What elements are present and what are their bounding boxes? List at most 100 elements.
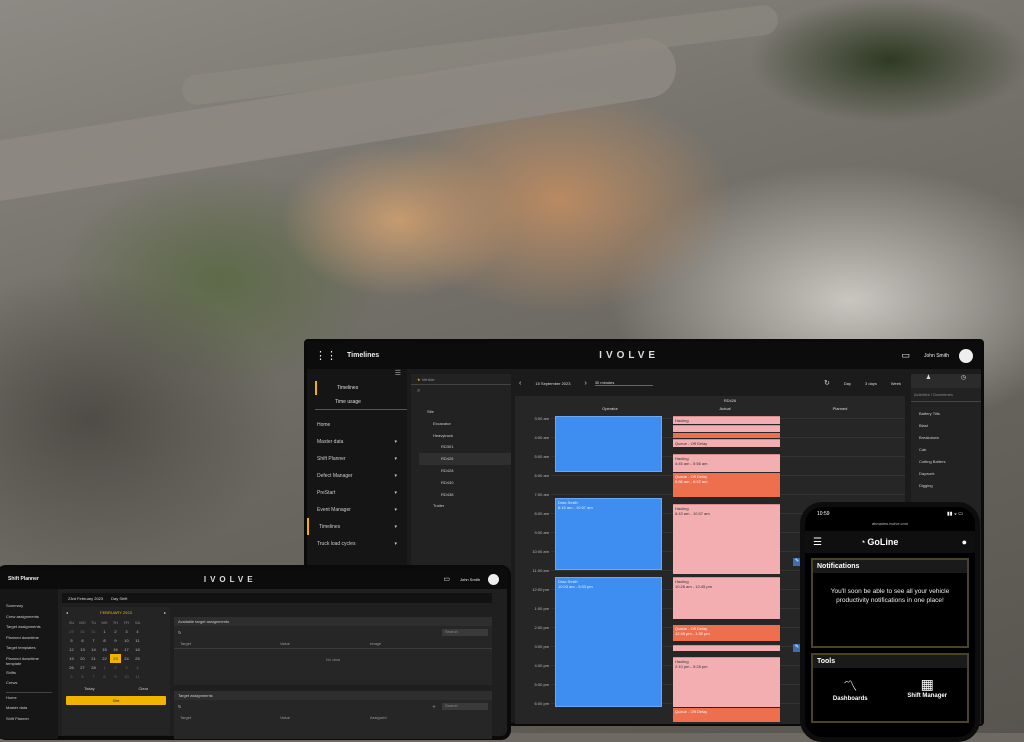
apps-grid-icon[interactable]: ⋮⋮ xyxy=(315,349,337,362)
operator-shift-block[interactable]: Drac Smith 10:03 am - 5:03 pm xyxy=(555,577,662,707)
today-button[interactable]: Today xyxy=(84,686,95,691)
nav-planned-downtime[interactable]: Planned downtime xyxy=(6,633,52,644)
calendar-day[interactable]: 16 xyxy=(110,645,121,654)
activity-item[interactable]: Digging xyxy=(919,480,973,492)
calendar-day[interactable]: 27 xyxy=(77,663,88,672)
calendar-day[interactable]: 15 xyxy=(99,645,110,654)
delay-block[interactable]: Queue - Off Delay 12:45 pm - 1:32 pm xyxy=(673,625,780,641)
vehicle-filter[interactable]: ★ Vehicle xyxy=(411,374,511,385)
search-field[interactable]: Search xyxy=(442,703,488,710)
calendar-day[interactable]: 4 xyxy=(132,663,143,672)
clock-icon[interactable]: ◷ xyxy=(946,374,981,388)
calendar-day[interactable]: 2 xyxy=(110,663,121,672)
submenu-item-time-usage[interactable]: Time usage xyxy=(315,395,407,410)
calendar-day[interactable]: 25 xyxy=(132,654,143,663)
prev-month-icon[interactable]: ◂ xyxy=(66,610,68,615)
calendar-day[interactable]: 11 xyxy=(132,636,143,645)
activity-item[interactable]: Daywork xyxy=(919,468,973,480)
nav-item-master-data[interactable]: Master data ▾ xyxy=(307,433,407,450)
view-3days-button[interactable]: 3 days xyxy=(865,381,877,386)
clear-button[interactable]: Clear xyxy=(139,686,149,691)
nav-item-prestart[interactable]: PreStart ▾ xyxy=(307,484,407,501)
nav-target-templates[interactable]: Target templates xyxy=(6,643,52,654)
search-icon[interactable]: ⌕ xyxy=(411,385,511,398)
chat-icon[interactable]: ▭ xyxy=(443,575,450,583)
nav-item-defect-manager[interactable]: Defect Manager ▾ xyxy=(307,467,407,484)
tree-item[interactable]: RD430 xyxy=(419,477,511,489)
delay-block[interactable]: Queue - Off Delay xyxy=(673,708,780,722)
delay-block[interactable]: Queue - Off Delay 5:56 am - 6:42 am xyxy=(673,473,780,497)
avatar[interactable] xyxy=(488,573,499,585)
nav-planned-downtime-template[interactable]: Planned downtime template xyxy=(6,656,52,666)
shift-label[interactable]: Day Shift xyxy=(111,596,127,601)
tree-item[interactable]: Heavytruck xyxy=(419,430,511,442)
calendar-day[interactable]: 26 xyxy=(66,663,77,672)
nav-summary[interactable]: Summary xyxy=(6,601,52,612)
activity-item[interactable]: Cab xyxy=(919,444,973,456)
nav-shifts[interactable]: Shifts xyxy=(6,668,52,679)
refresh-icon[interactable]: ↻ xyxy=(178,630,181,635)
person-icon[interactable]: ♟ xyxy=(911,374,946,388)
calendar-day[interactable]: 5 xyxy=(66,672,77,681)
tree-item[interactable]: Site xyxy=(419,406,511,418)
calendar-day[interactable]: 7 xyxy=(88,636,99,645)
operator-shift-block[interactable]: Drac Smith 6:15 am - 10:07 am xyxy=(555,498,662,570)
nav-item-truck-load-cycles[interactable]: Truck load cycles ▾ xyxy=(307,535,407,552)
nav-master-data[interactable]: Master data xyxy=(6,703,52,714)
activity-item[interactable]: Blast xyxy=(919,420,973,432)
url-bar[interactable]: ahmaims.ivolve.com xyxy=(805,521,975,531)
user-name[interactable]: John Smith xyxy=(924,353,949,359)
nav-item-shift-planner[interactable]: Shift Planner ▾ xyxy=(307,450,407,467)
calendar-day[interactable]: 20 xyxy=(77,654,88,663)
calendar-day[interactable]: 4 xyxy=(132,627,143,636)
calendar-day[interactable]: 10 xyxy=(121,636,132,645)
calendar-day[interactable]: 17 xyxy=(121,645,132,654)
calendar-day[interactable]: 12 xyxy=(66,645,77,654)
calendar-day[interactable]: 19 xyxy=(66,654,77,663)
calendar-day[interactable]: 6 xyxy=(77,672,88,681)
activity-block[interactable] xyxy=(673,645,780,651)
activity-block[interactable] xyxy=(673,425,780,432)
activity-item[interactable]: Battery Tilts xyxy=(919,408,973,420)
refresh-icon[interactable]: ↻ xyxy=(178,704,181,709)
prev-icon[interactable]: ‹ xyxy=(519,380,521,387)
site-button[interactable]: Site xyxy=(66,696,166,705)
next-month-icon[interactable]: ▸ xyxy=(164,610,166,615)
calendar-day[interactable]: 9 xyxy=(110,636,121,645)
tree-item-selected[interactable]: RD426 xyxy=(419,453,511,465)
activity-block[interactable]: Hauling xyxy=(673,416,780,424)
nav-crew-assignments[interactable]: Crew assignments xyxy=(6,612,52,623)
calendar-day[interactable]: 30 xyxy=(77,627,88,636)
avatar[interactable] xyxy=(959,348,973,363)
tree-item[interactable]: Trailer xyxy=(419,500,511,512)
add-icon[interactable]: ＋ xyxy=(432,704,436,710)
submenu-item-timelines[interactable]: Timelines xyxy=(315,381,407,395)
tree-item[interactable]: RD438 xyxy=(419,489,511,501)
shift-manager-tool[interactable]: ▦ Shift Manager xyxy=(907,676,947,702)
calendar-day[interactable]: 21 xyxy=(88,654,99,663)
view-week-button[interactable]: Week xyxy=(891,381,901,386)
calendar-day[interactable]: 11 xyxy=(132,672,143,681)
calendar-day[interactable]: 18 xyxy=(132,645,143,654)
calendar-day[interactable]: 8 xyxy=(99,672,110,681)
calendar-day[interactable]: 8 xyxy=(99,636,110,645)
nav-target-assignments[interactable]: Target assignments xyxy=(6,622,52,633)
nav-home[interactable]: Home xyxy=(6,691,52,704)
activity-block[interactable]: Hauling 2:10 pm - 5:28 pm xyxy=(673,657,780,707)
dashboards-tool[interactable]: 〽 Dashboards xyxy=(833,676,868,702)
search-field[interactable]: Search xyxy=(442,629,488,636)
chat-icon[interactable]: ▭ xyxy=(901,350,910,361)
calendar-day[interactable]: 3 xyxy=(121,663,132,672)
nav-item-event-manager[interactable]: Event Manager ▾ xyxy=(307,501,407,518)
interval-select[interactable]: 30 minutes xyxy=(594,380,653,386)
calendar-day[interactable]: 22 xyxy=(99,654,110,663)
activity-block[interactable]: Hauling 10:28 am - 12:45 pm xyxy=(673,577,780,619)
calendar-day[interactable]: 24 xyxy=(121,654,132,663)
user-icon[interactable]: ● xyxy=(962,537,967,547)
user-name[interactable]: John Smith xyxy=(460,577,480,582)
calendar-day[interactable]: 31 xyxy=(88,627,99,636)
activity-item[interactable]: Cutting Batters xyxy=(919,456,973,468)
activity-block[interactable]: Hauling 4:45 am - 5:56 am xyxy=(673,454,780,472)
calendar-day[interactable]: 13 xyxy=(77,645,88,654)
operator-shift-block[interactable] xyxy=(555,416,662,472)
